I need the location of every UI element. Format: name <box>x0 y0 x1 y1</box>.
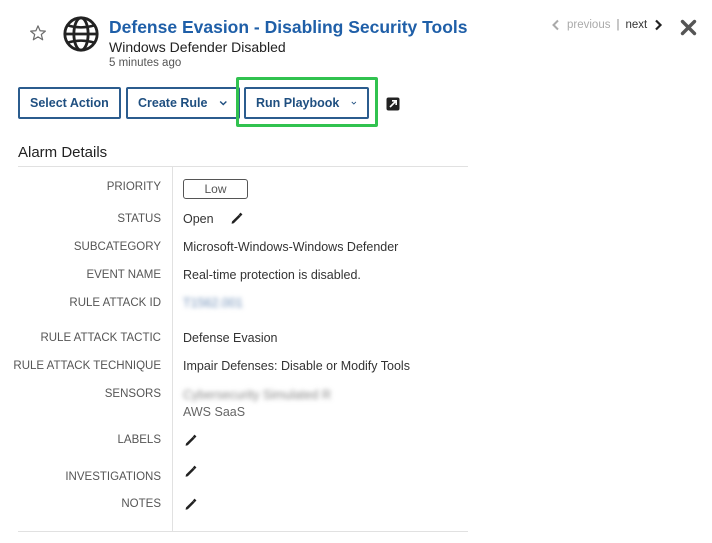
rule-attack-tactic-label: RULE ATTACK TACTIC <box>40 332 161 344</box>
chevron-left-icon[interactable] <box>551 19 561 31</box>
rule-attack-technique-value: Impair Defenses: Disable or Modify Tools <box>183 359 410 373</box>
edit-notes-pencil-icon[interactable] <box>184 498 197 511</box>
alarm-subtitle: Windows Defender Disabled <box>109 39 286 55</box>
alarm-timestamp: 5 minutes ago <box>109 57 182 69</box>
pager: previous | next <box>551 19 663 31</box>
sensors-label: SENSORS <box>104 388 161 400</box>
sensor-name-value[interactable]: Cybersecurity Simulated R <box>183 388 331 402</box>
select-action-button[interactable]: Select Action <box>18 87 121 119</box>
divider <box>18 531 468 532</box>
rule-attack-technique-label: RULE ATTACK TECHNIQUE <box>13 360 161 372</box>
event-name-label: EVENT NAME <box>86 269 161 281</box>
open-external-icon[interactable] <box>386 97 400 111</box>
column-divider <box>172 167 173 531</box>
notes-label: NOTES <box>121 498 161 510</box>
edit-labels-pencil-icon[interactable] <box>184 434 197 447</box>
next-link[interactable]: next <box>625 19 647 31</box>
select-action-label: Select Action <box>30 96 109 110</box>
status-value: Open <box>183 212 214 226</box>
subcategory-value: Microsoft-Windows-Windows Defender <box>183 240 399 254</box>
rule-attack-id-value[interactable]: T1562.001 <box>183 296 243 310</box>
labels-label: LABELS <box>117 434 161 446</box>
section-title: Alarm Details <box>18 144 108 161</box>
previous-link[interactable]: previous <box>567 19 610 31</box>
favorite-star-icon[interactable] <box>29 24 47 42</box>
chevron-right-icon[interactable] <box>653 19 663 31</box>
close-icon[interactable] <box>680 19 697 36</box>
rule-attack-tactic-value: Defense Evasion <box>183 331 278 345</box>
run-playbook-label: Run Playbook <box>256 96 340 110</box>
investigations-label: INVESTIGATIONS <box>65 471 161 483</box>
globe-icon <box>63 16 99 52</box>
status-label: STATUS <box>117 213 161 225</box>
sensor-type-value: AWS SaaS <box>183 405 246 419</box>
create-rule-button[interactable]: Create Rule <box>126 87 240 119</box>
chevron-down-icon <box>220 100 228 106</box>
event-name-value: Real-time protection is disabled. <box>183 268 361 282</box>
edit-investigations-pencil-icon[interactable] <box>184 465 197 478</box>
rule-attack-id-label: RULE ATTACK ID <box>69 297 161 309</box>
subcategory-label: SUBCATEGORY <box>73 241 161 253</box>
pager-separator: | <box>616 19 620 31</box>
chevron-down-icon <box>351 101 357 105</box>
create-rule-label: Create Rule <box>138 96 208 110</box>
run-playbook-button[interactable]: Run Playbook <box>244 87 369 119</box>
priority-badge[interactable]: Low <box>183 179 248 199</box>
priority-label: PRIORITY <box>106 181 161 193</box>
edit-status-pencil-icon[interactable] <box>230 212 243 225</box>
alarm-title[interactable]: Defense Evasion - Disabling Security Too… <box>109 17 468 38</box>
divider <box>18 166 468 167</box>
